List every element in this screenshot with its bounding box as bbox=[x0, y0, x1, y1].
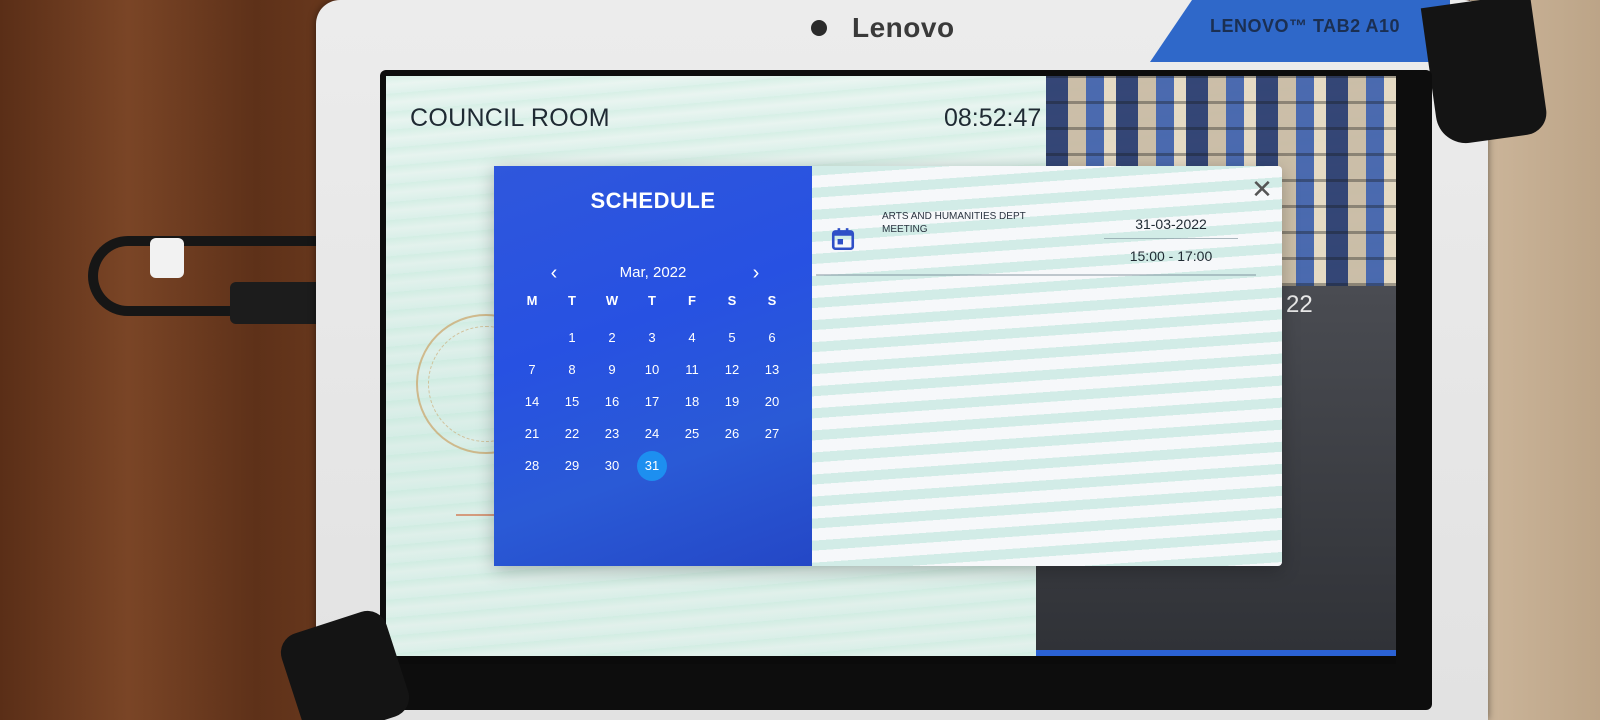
calendar-day-cell: 18 bbox=[672, 386, 712, 418]
calendar-day-cell: 25 bbox=[672, 418, 712, 450]
calendar-day-cell: 4 bbox=[672, 322, 712, 354]
calendar-day-cell: 2 bbox=[592, 322, 632, 354]
event-date: 31-03-2022 bbox=[1104, 216, 1238, 239]
calendar-day-cell: 31 bbox=[632, 450, 672, 482]
calendar-day-cell: 30 bbox=[592, 450, 632, 482]
calendar-day[interactable]: 1 bbox=[557, 323, 587, 353]
calendar-day-cell: 7 bbox=[512, 354, 552, 386]
calendar-day[interactable]: 5 bbox=[717, 323, 747, 353]
calendar-day-selected[interactable]: 31 bbox=[637, 451, 667, 481]
mount-clip-top bbox=[1420, 0, 1550, 147]
calendar-day[interactable]: 21 bbox=[517, 419, 547, 449]
model-label: LENOVO™ TAB2 A10 bbox=[1210, 16, 1401, 36]
calendar-day-cell: 26 bbox=[712, 418, 752, 450]
calendar-day-cell: 14 bbox=[512, 386, 552, 418]
calendar-day[interactable]: 29 bbox=[557, 451, 587, 481]
calendar-weekday-header: T bbox=[568, 293, 576, 308]
event-item[interactable]: ARTS AND HUMANITIES DEPT MEETING 31-03-2… bbox=[816, 196, 1256, 276]
front-camera bbox=[811, 20, 827, 36]
calendar-day-cell: 15 bbox=[552, 386, 592, 418]
calendar-day-cell: 29 bbox=[552, 450, 592, 482]
calendar-panel: SCHEDULE ‹ Mar, 2022 › MTWTFSS1234567891… bbox=[494, 166, 812, 566]
calendar-day[interactable]: 12 bbox=[717, 355, 747, 385]
calendar-weekday-header: T bbox=[648, 293, 656, 308]
info-panel-date: 22 bbox=[1286, 291, 1313, 318]
calendar-day[interactable]: 7 bbox=[517, 355, 547, 385]
chevron-right-icon[interactable]: › bbox=[744, 262, 768, 286]
calendar-day-cell: 27 bbox=[752, 418, 792, 450]
calendar-day[interactable]: 22 bbox=[557, 419, 587, 449]
calendar-day[interactable]: 14 bbox=[517, 387, 547, 417]
calendar-day-cell: 20 bbox=[752, 386, 792, 418]
calendar-day-cell: 8 bbox=[552, 354, 592, 386]
calendar-day[interactable]: 8 bbox=[557, 355, 587, 385]
event-time: 15:00 - 17:00 bbox=[1129, 248, 1213, 264]
calendar-day-cell: 11 bbox=[672, 354, 712, 386]
calendar-day-cell: 9 bbox=[592, 354, 632, 386]
cable-plug bbox=[230, 282, 330, 324]
calendar-day[interactable]: 2 bbox=[597, 323, 627, 353]
calendar-day[interactable]: 9 bbox=[597, 355, 627, 385]
calendar-day-cell: 23 bbox=[592, 418, 632, 450]
calendar-day-cell: 17 bbox=[632, 386, 672, 418]
calendar-nav: ‹ Mar, 2022 › bbox=[494, 262, 812, 286]
calendar-grid: M T W T F S S 1 2 3 4 5 6 7 8 9 10 11 12 13 14 15 16 17 18 19 20 21… bbox=[512, 290, 794, 482]
calendar-day-cell: 10 bbox=[632, 354, 672, 386]
calendar-day-cell: 21 bbox=[512, 418, 552, 450]
event-title: ARTS AND HUMANITIES DEPT MEETING bbox=[882, 211, 1026, 235]
calendar-weekday-header: M bbox=[526, 293, 538, 308]
calendar-weekday-header: W bbox=[605, 293, 619, 308]
calendar-weekday-header: S bbox=[767, 293, 777, 308]
calendar-day-cell: 12 bbox=[712, 354, 752, 386]
calendar-day-cell: 3 bbox=[632, 322, 672, 354]
tablet-display: COUNCIL ROOM 08:52:47 22 SCHEDULE ‹ Mar,… bbox=[386, 76, 1396, 664]
calendar-day[interactable]: 17 bbox=[637, 387, 667, 417]
calendar-day[interactable]: 25 bbox=[677, 419, 707, 449]
calendar-day[interactable]: 18 bbox=[677, 387, 707, 417]
schedule-modal: SCHEDULE ‹ Mar, 2022 › MTWTFSS1234567891… bbox=[494, 166, 1282, 566]
calendar-day[interactable]: 3 bbox=[637, 323, 667, 353]
calendar-day-cell: 24 bbox=[632, 418, 672, 450]
calendar-day[interactable]: 26 bbox=[717, 419, 747, 449]
calendar-day[interactable]: 27 bbox=[757, 419, 787, 449]
calendar-day[interactable]: 16 bbox=[597, 387, 627, 417]
calendar-blank-cell bbox=[512, 322, 552, 354]
calendar-day[interactable]: 11 bbox=[677, 355, 707, 385]
clock: 08:52:47 bbox=[944, 104, 1042, 132]
calendar-day-cell: 19 bbox=[712, 386, 752, 418]
calendar-day-cell: 28 bbox=[512, 450, 552, 482]
calendar-icon bbox=[831, 228, 855, 251]
calendar-day[interactable]: 6 bbox=[757, 323, 787, 353]
room-name: COUNCIL ROOM bbox=[410, 104, 610, 132]
calendar-day[interactable]: 28 bbox=[517, 451, 547, 481]
calendar-day[interactable]: 13 bbox=[757, 355, 787, 385]
calendar-day-cell: 16 bbox=[592, 386, 632, 418]
calendar-day[interactable]: 15 bbox=[557, 387, 587, 417]
calendar-day[interactable]: 10 bbox=[637, 355, 667, 385]
calendar-day[interactable]: 19 bbox=[717, 387, 747, 417]
calendar-day[interactable]: 23 bbox=[597, 419, 627, 449]
calendar-day-cell: 6 bbox=[752, 322, 792, 354]
android-navigation-bar bbox=[386, 656, 1396, 664]
calendar-day[interactable]: 4 bbox=[677, 323, 707, 353]
calendar-day[interactable]: 24 bbox=[637, 419, 667, 449]
calendar-day-cell: 1 bbox=[552, 322, 592, 354]
calendar-day[interactable]: 30 bbox=[597, 451, 627, 481]
brand-logo: Lenovo bbox=[852, 12, 955, 43]
cable-tag bbox=[150, 238, 184, 278]
calendar-day[interactable]: 20 bbox=[757, 387, 787, 417]
schedule-title: SCHEDULE bbox=[590, 188, 716, 213]
calendar-day-cell: 5 bbox=[712, 322, 752, 354]
calendar-day-cell: 13 bbox=[752, 354, 792, 386]
calendar-day-cell: 22 bbox=[552, 418, 592, 450]
calendar-weekday-header: F bbox=[688, 293, 696, 308]
calendar-weekday-header: S bbox=[727, 293, 737, 308]
